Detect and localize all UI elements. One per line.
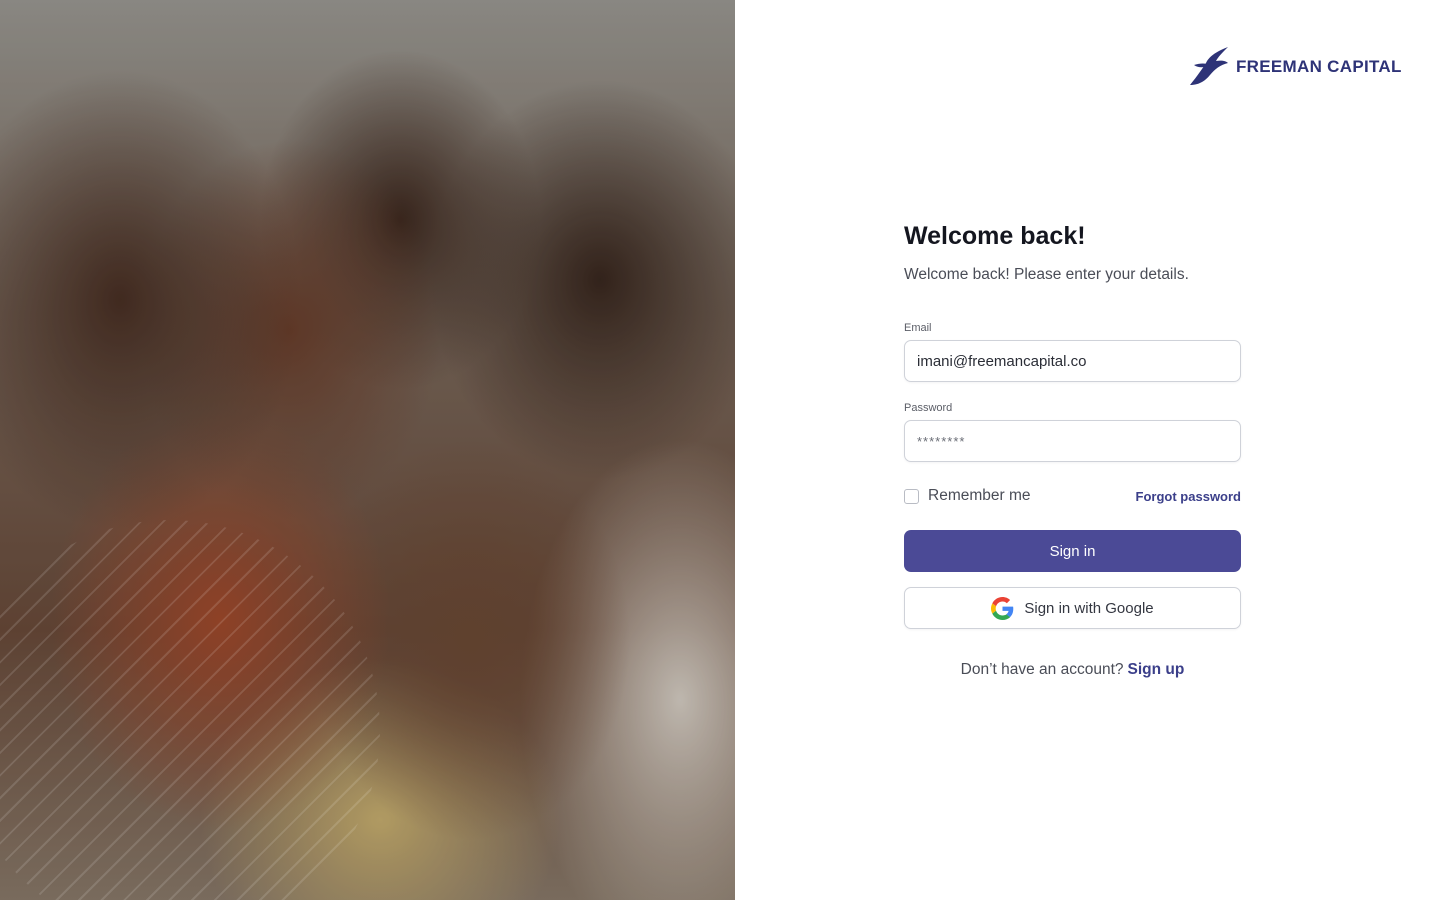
email-label: Email [904,322,932,334]
remember-checkbox[interactable] [904,488,919,504]
brand-name: FREEMAN CAPITAL [1236,57,1402,76]
password-field[interactable]: ******** [904,420,1241,462]
password-value: ******** [917,433,966,449]
brand-logo[interactable]: FREEMAN CAPITAL [1188,45,1402,89]
google-button-label: Sign in with Google [1024,599,1154,617]
remember-label: Remember me [928,487,1031,504]
options-row: Remember me Forgot password [904,485,1241,507]
sign-in-form: Welcome back! Welcome back! Please enter… [904,220,1241,679]
google-icon [991,596,1014,620]
no-account-text: Don’t have an account? [960,661,1124,678]
page-title: Welcome back! [904,222,1086,250]
bird-icon [1190,47,1228,85]
forgot-password-link[interactable]: Forgot password [1136,489,1241,504]
sign-up-link[interactable]: Sign up [1128,661,1185,678]
google-sign-in-button[interactable]: Sign in with Google [904,587,1241,629]
sign-in-button[interactable]: Sign in [904,530,1241,572]
password-label: Password [904,402,953,414]
hero-photo [0,0,735,900]
signup-row: Don’t have an account? Sign up [904,661,1241,679]
email-value: imani@freemancapital.co [917,352,1087,370]
email-field[interactable]: imani@freemancapital.co [904,340,1241,382]
remember-me[interactable]: Remember me [904,487,1031,505]
page-subtitle: Welcome back! Please enter your details. [904,266,1189,283]
